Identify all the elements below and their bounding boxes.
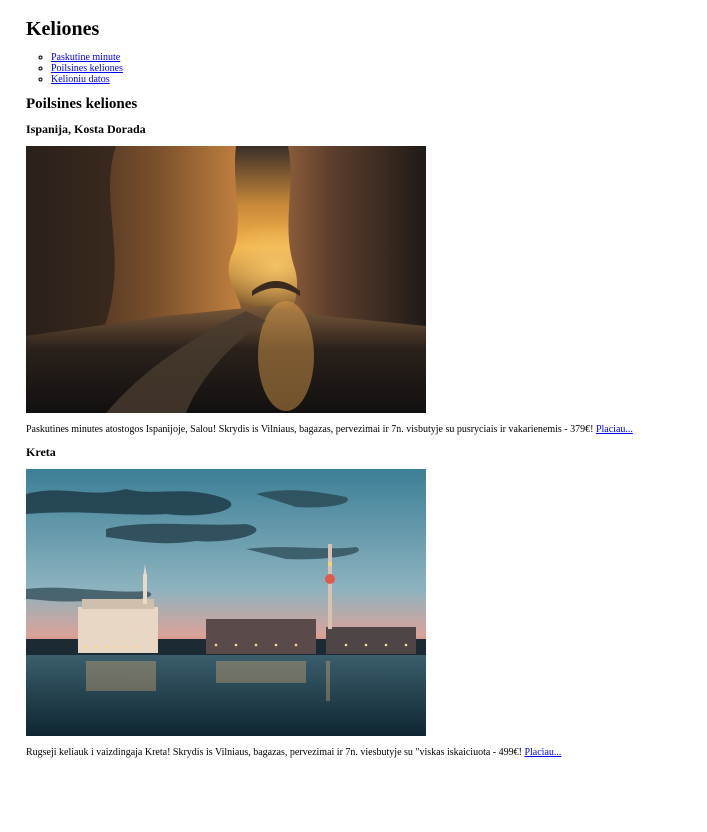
section-title: Poilsines keliones	[26, 96, 138, 112]
offer-more-link[interactable]: Placiau...	[596, 424, 633, 435]
offer-title: Kreta	[26, 445, 56, 459]
offer-card: Ispanija, Kosta Dorada Paskutines minute…	[26, 122, 707, 436]
offer-card: Kreta Rugseji keliauk i vaizdingaja Kret…	[26, 445, 707, 759]
nav-item-paskutine-minute: Paskutine minute	[51, 52, 707, 63]
nav-item-kelioniu-datos: Kelioniu datos	[51, 74, 707, 85]
page: Keliones Paskutine minute Poilsines keli…	[0, 0, 707, 759]
offer-description: Paskutines minutes atostogos Ispanijoje,…	[26, 424, 707, 436]
nav-link-paskutine-minute[interactable]: Paskutine minute	[51, 52, 120, 63]
offer-title: Ispanija, Kosta Dorada	[26, 122, 146, 136]
site-title: Keliones	[26, 18, 100, 40]
offer-description-text: Rugseji keliauk i vaizdingaja Kreta! Skr…	[26, 747, 522, 758]
nav-link-poilsines-keliones[interactable]: Poilsines keliones	[51, 63, 123, 74]
city-waterfront-photo	[26, 469, 426, 736]
canyon-river-photo	[26, 146, 426, 413]
offer-description: Rugseji keliauk i vaizdingaja Kreta! Skr…	[26, 747, 707, 759]
nav-item-poilsines-keliones: Poilsines keliones	[51, 63, 707, 74]
offer-description-text: Paskutines minutes atostogos Ispanijoje,…	[26, 424, 594, 435]
nav-link-kelioniu-datos[interactable]: Kelioniu datos	[51, 74, 110, 85]
nav-list: Paskutine minute Poilsines keliones Keli…	[26, 52, 707, 85]
offer-more-link[interactable]: Placiau...	[524, 747, 561, 758]
